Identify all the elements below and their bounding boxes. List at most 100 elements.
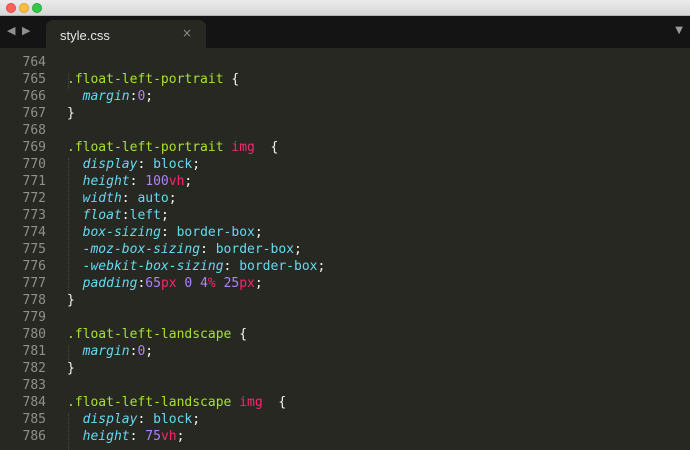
code-token: -moz-box-sizing <box>82 242 201 257</box>
code-token: width <box>82 191 122 206</box>
code-line[interactable]: 784 .float-left-landscape img { <box>0 394 690 411</box>
code-token: left <box>129 208 161 223</box>
code-token: : <box>137 412 154 427</box>
code-line[interactable]: 768 <box>0 122 690 139</box>
line-number: 782 <box>22 361 46 376</box>
code-token: box-sizing <box>82 225 161 240</box>
line-number: 779 <box>22 310 46 325</box>
code-text: .float-left-landscape img { <box>67 394 286 411</box>
code-text: } <box>67 292 75 309</box>
line-number: 772 <box>22 191 46 206</box>
window-titlebar <box>0 0 690 16</box>
line-number: 780 <box>22 327 46 342</box>
close-icon[interactable]: × <box>182 26 192 40</box>
code-token: auto <box>137 191 169 206</box>
tab-bar: ◀ ▶ style.css × ▼ <box>0 16 690 48</box>
code-text: -moz-box-sizing: border-box; <box>67 241 302 258</box>
code-line[interactable]: 765 .float-left-portrait { <box>0 71 690 88</box>
line-number: 783 <box>22 378 46 393</box>
code-line[interactable]: 780 .float-left-landscape { <box>0 326 690 343</box>
chevron-left-icon[interactable]: ◀ <box>7 24 15 37</box>
code-token: 75 <box>145 429 161 444</box>
code-text: display: block; <box>67 156 200 173</box>
code-text: float:left; <box>67 207 169 224</box>
tab-style-css[interactable]: style.css × <box>46 20 206 48</box>
code-text: box-sizing: border-box; <box>67 224 263 241</box>
triangle-down-icon[interactable]: ▼ <box>675 25 683 36</box>
code-token: img <box>239 395 263 410</box>
minimize-light-icon[interactable] <box>19 3 29 13</box>
code-token: 100 <box>145 174 169 189</box>
code-text: padding:65px 0 4% 25px; <box>67 275 263 292</box>
code-token: { <box>223 72 240 87</box>
code-text: display: block; <box>67 411 200 428</box>
line-number: 771 <box>22 174 46 189</box>
code-token: ; <box>192 412 201 427</box>
code-line[interactable]: 770 display: block; <box>0 156 690 173</box>
code-token: border-box <box>239 259 318 274</box>
code-token: ; <box>254 276 263 291</box>
code-token: -webkit-box-sizing <box>82 259 224 274</box>
code-editor[interactable]: 764 765 .float-left-portrait {766 margin:0… <box>0 48 690 450</box>
code-line[interactable]: 771 height: 100vh; <box>0 173 690 190</box>
code-token: { <box>262 395 287 410</box>
code-line[interactable]: 777 padding:65px 0 4% 25px; <box>0 275 690 292</box>
code-token: ; <box>145 89 154 104</box>
code-token: float <box>82 208 122 223</box>
code-line[interactable]: 774 box-sizing: border-box; <box>0 224 690 241</box>
close-light-icon[interactable] <box>6 3 16 13</box>
code-line[interactable]: 767} <box>0 105 690 122</box>
code-line[interactable]: 783 <box>0 377 690 394</box>
code-token: display <box>82 412 138 427</box>
line-number: 774 <box>22 225 46 240</box>
code-line[interactable]: 769 .float-left-portrait img { <box>0 139 690 156</box>
code-token: ; <box>160 208 169 223</box>
code-text: width: auto; <box>67 190 177 207</box>
code-token: ; <box>254 225 263 240</box>
code-token: margin <box>82 89 130 104</box>
code-line[interactable]: 785 display: block; <box>0 411 690 428</box>
code-token: px <box>160 276 177 291</box>
code-token: border-box <box>215 242 294 257</box>
chevron-right-icon[interactable]: ▶ <box>22 24 30 37</box>
code-token: ; <box>168 191 177 206</box>
code-line[interactable]: 786 height: 75vh; <box>0 428 690 445</box>
line-number: 766 <box>22 89 46 104</box>
code-token: : <box>200 242 216 257</box>
code-line[interactable]: 773 float:left; <box>0 207 690 224</box>
code-line[interactable]: 779 <box>0 309 690 326</box>
code-token: .float-left-portrait <box>67 72 224 87</box>
code-token: 25 <box>223 276 240 291</box>
line-number: 784 <box>22 395 46 410</box>
code-line[interactable]: 764 <box>0 54 690 71</box>
line-number: 765 <box>22 72 46 87</box>
code-text: .float-left-portrait img { <box>67 139 278 156</box>
code-token: { <box>231 327 248 342</box>
code-text: } <box>67 360 75 377</box>
code-line[interactable]: 781 margin:0; <box>0 343 690 360</box>
line-number: 778 <box>22 293 46 308</box>
code-line[interactable]: 782} <box>0 360 690 377</box>
line-number: 768 <box>22 123 46 138</box>
code-line[interactable]: 776 -webkit-box-sizing: border-box; <box>0 258 690 275</box>
code-line[interactable]: 772 width: auto; <box>0 190 690 207</box>
code-text: height: 100vh; <box>67 173 193 190</box>
code-line[interactable]: 766 margin:0; <box>0 88 690 105</box>
code-token: : <box>137 157 154 172</box>
code-token: block <box>153 157 193 172</box>
code-token: } <box>67 361 75 376</box>
code-text: } <box>67 105 75 122</box>
code-text: .float-left-landscape { <box>67 326 247 343</box>
code-token: img <box>231 140 255 155</box>
code-line[interactable]: 775 -moz-box-sizing: border-box; <box>0 241 690 258</box>
code-token: padding <box>82 276 138 291</box>
code-line[interactable]: 778} <box>0 292 690 309</box>
code-text: height: 75vh; <box>67 428 185 445</box>
code-token: ; <box>192 157 201 172</box>
code-text: margin:0; <box>67 88 153 105</box>
maximize-light-icon[interactable] <box>32 3 42 13</box>
